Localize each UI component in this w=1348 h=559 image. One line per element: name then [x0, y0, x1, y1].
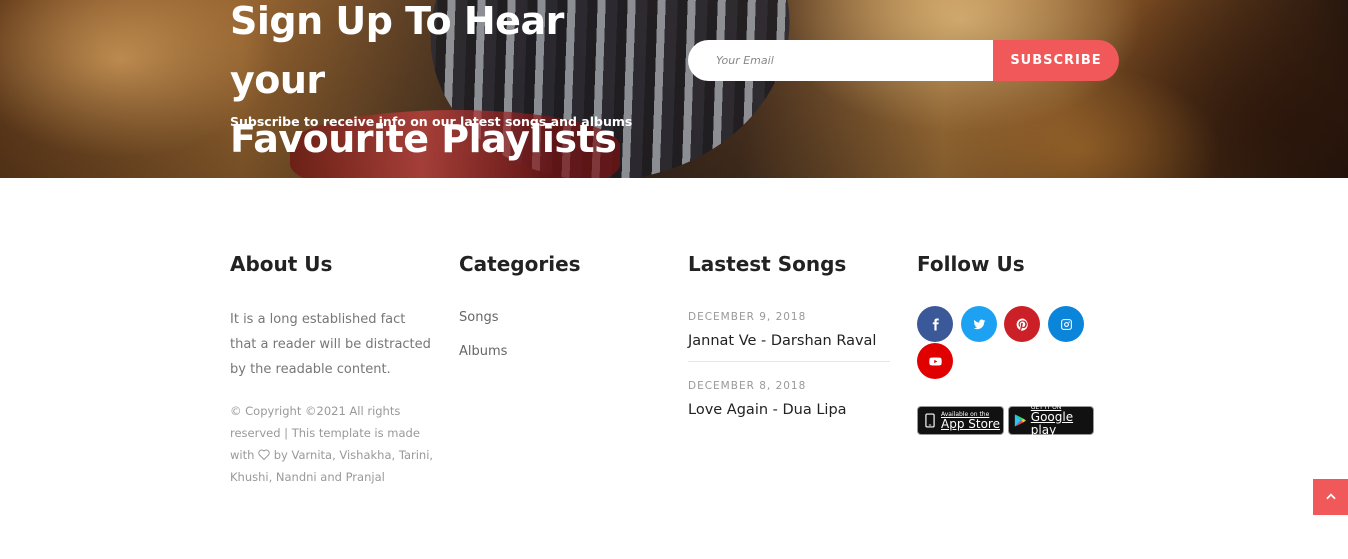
copyright-text: © Copyright ©2021 All rights reserved | … [230, 400, 435, 488]
app-store-big-text: App Store [941, 416, 1000, 431]
email-input[interactable] [688, 40, 993, 81]
category-link-songs[interactable]: Songs [459, 310, 498, 325]
song-link[interactable]: Jannat Ve - Darshan Raval [688, 333, 876, 349]
twitter-icon [973, 319, 985, 329]
google-play-big-text: Google play [1030, 410, 1074, 437]
youtube-icon [928, 356, 942, 366]
chevron-up-icon [1325, 493, 1336, 500]
back-to-top-button[interactable] [1313, 479, 1348, 515]
google-play-badge[interactable]: GET IT ON Google play [1008, 404, 1094, 437]
song-divider [688, 361, 890, 362]
subscribe-form: SUBSCRIBE [688, 40, 1119, 81]
youtube-button[interactable] [917, 343, 953, 379]
hero-subtitle: Subscribe to receive info on our latest … [230, 114, 633, 129]
about-text: It is a long established fact that a rea… [230, 312, 431, 377]
google-play-text: GET IT ON Google play [1031, 404, 1093, 437]
categories-title: Categories [459, 252, 581, 276]
subscribe-button[interactable]: SUBSCRIBE [993, 40, 1119, 81]
song-date: DECEMBER 9, 2018 [688, 311, 807, 323]
app-store-badge[interactable]: Available on the App Store [917, 406, 1004, 435]
hero-title: Sign Up To Hear your Favourite Playlists [230, 0, 670, 169]
category-link-albums[interactable]: Albums [459, 344, 507, 359]
twitter-button[interactable] [961, 306, 997, 342]
follow-us-title: Follow Us [917, 252, 1025, 276]
about-title: About Us [230, 252, 333, 276]
pinterest-button[interactable] [1004, 306, 1040, 342]
heart-icon [258, 449, 270, 460]
song-date: DECEMBER 8, 2018 [688, 380, 807, 392]
song-link[interactable]: Love Again - Dua Lipa [688, 402, 847, 418]
instagram-button[interactable] [1048, 306, 1084, 342]
google-play-icon [1014, 414, 1026, 427]
hero-title-line1: Sign Up To Hear your [230, 0, 564, 102]
instagram-icon [1060, 318, 1072, 330]
latest-songs-title: Lastest Songs [688, 252, 847, 276]
app-store-text: Available on the App Store [941, 411, 1000, 431]
phone-icon [925, 413, 935, 428]
facebook-button[interactable] [917, 306, 953, 342]
facebook-icon [932, 318, 939, 330]
pinterest-icon [1016, 318, 1028, 331]
newsletter-hero: Sign Up To Hear your Favourite Playlists… [0, 0, 1348, 178]
